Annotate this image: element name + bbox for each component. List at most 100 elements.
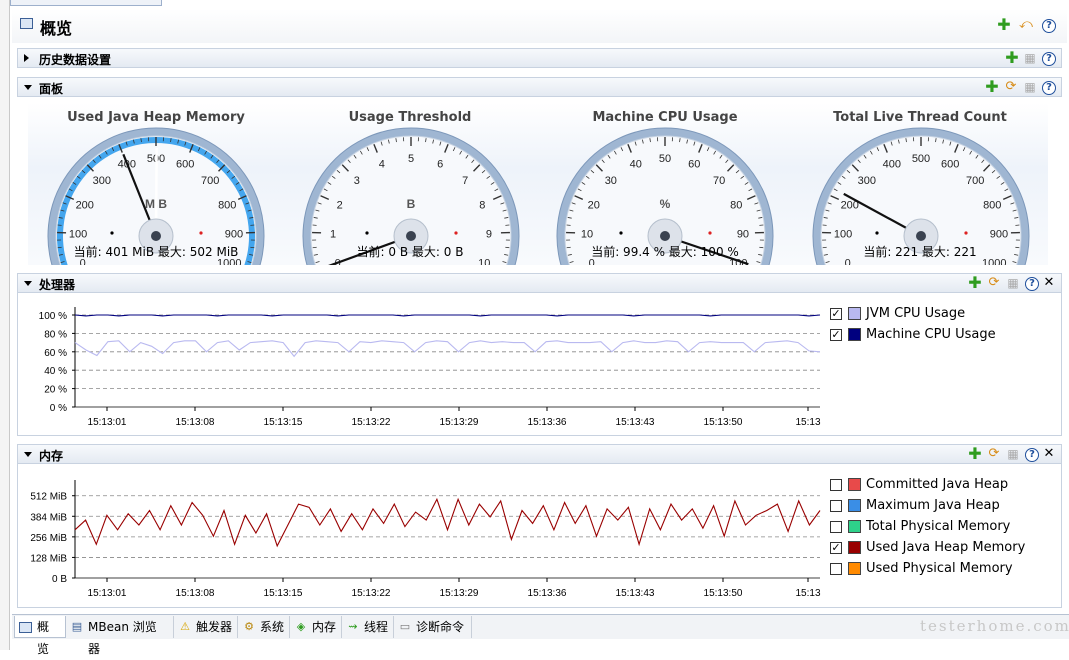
legend-swatch xyxy=(848,328,861,341)
expand-icon[interactable] xyxy=(24,54,29,62)
legend-maximum-heap[interactable]: Maximum Java Heap xyxy=(830,498,1000,513)
gauge-max-marker xyxy=(708,231,711,234)
gauge-min-marker xyxy=(365,231,368,234)
help-icon[interactable]: ? xyxy=(1042,52,1056,66)
legend-machine-cpu[interactable]: ✓ Machine CPU Usage xyxy=(830,327,996,342)
section-label: 历史数据设置 xyxy=(39,51,111,68)
gauge-tick-label: 80 xyxy=(730,199,742,211)
chart-settings-icon[interactable]: ▦ xyxy=(1023,80,1037,94)
processor-section[interactable]: 处理器 ✚ ⟳ ▦ ? ✕ xyxy=(17,273,1062,293)
history-settings-section[interactable]: 历史数据设置 ✚ ▦ ? xyxy=(17,48,1062,68)
y-tick-label: 512 MiB xyxy=(30,492,67,503)
editor-tab-fragment[interactable] xyxy=(10,0,162,6)
gauge-hub-center xyxy=(916,231,926,241)
legend-checkbox[interactable] xyxy=(830,479,842,491)
chart-settings-icon[interactable]: ▦ xyxy=(1006,447,1020,461)
gauge-min-marker xyxy=(619,231,622,234)
y-tick-label: 60 % xyxy=(44,348,67,359)
memory-icon: ◈ xyxy=(294,620,308,634)
collapse-icon[interactable] xyxy=(24,85,32,90)
close-icon[interactable]: ✕ xyxy=(1042,276,1056,290)
overview-icon xyxy=(19,622,32,633)
section-label: 面板 xyxy=(39,80,63,97)
legend-used-physical[interactable]: Used Physical Memory xyxy=(830,561,1013,576)
gauge-tick-label: 800 xyxy=(983,199,1001,211)
help-icon[interactable]: ? xyxy=(1042,81,1056,95)
x-tick-label: 15:13:29 xyxy=(440,588,479,599)
tab-label: 触发器 xyxy=(196,620,232,634)
tab-label: 诊断命令 xyxy=(416,620,464,634)
gauge-min-marker xyxy=(110,231,113,234)
tab-overview[interactable]: 概览 xyxy=(14,616,66,638)
gauge-tick-label: 100 xyxy=(69,228,87,240)
gauge-tick-label: 6 xyxy=(437,159,443,171)
help-icon[interactable]: ? xyxy=(1042,19,1056,33)
series-line xyxy=(75,341,820,357)
legend-checkbox[interactable] xyxy=(830,500,842,512)
legend-label: Committed Java Heap xyxy=(866,477,1008,492)
tab-diagnostic-commands[interactable]: ▭ 诊断命令 xyxy=(394,616,472,638)
add-icon[interactable]: ✚ xyxy=(968,447,982,461)
y-tick-label: 40 % xyxy=(44,366,67,377)
add-icon[interactable]: ✚ xyxy=(985,80,999,94)
x-tick-label: 15:13:43 xyxy=(616,417,655,428)
gauge-tick-label: 400 xyxy=(883,159,901,171)
legend-used-heap[interactable]: ✓ Used Java Heap Memory xyxy=(830,540,1025,555)
x-tick-label: 15:13:50 xyxy=(704,588,743,599)
bottom-tab-bar: 概览 ▤ MBean 浏览器 ⚠ 触发器 ⚙ 系统 ◈ 内存 ⇝ 线程 ▭ 诊断… xyxy=(12,614,1069,639)
gauge-max-marker xyxy=(454,231,457,234)
x-tick-label: 15:13:29 xyxy=(440,417,479,428)
tab-threads[interactable]: ⇝ 线程 xyxy=(342,616,394,638)
gauge-tick-label: 8 xyxy=(479,199,485,211)
tab-label: 概览 xyxy=(37,620,49,656)
reset-icon[interactable]: ⤺ xyxy=(1019,18,1033,32)
collapse-icon[interactable] xyxy=(24,281,32,286)
chart-settings-icon[interactable]: ▦ xyxy=(1006,276,1020,290)
tab-triggers[interactable]: ⚠ 触发器 xyxy=(174,616,238,638)
gauge-tick-label: 700 xyxy=(966,175,984,187)
x-tick-label: 15:13:15 xyxy=(264,417,303,428)
gauge-tick-label: 20 xyxy=(588,199,600,211)
legend-total-physical[interactable]: Total Physical Memory xyxy=(830,519,1010,534)
legend-label: Maximum Java Heap xyxy=(866,498,1000,513)
gauge-tick-label: 40 xyxy=(630,159,642,171)
tab-mbean-browser[interactable]: ▤ MBean 浏览器 xyxy=(66,616,174,638)
tab-memory[interactable]: ◈ 内存 xyxy=(290,616,342,638)
legend-checkbox[interactable]: ✓ xyxy=(830,329,842,341)
y-tick-label: 384 MiB xyxy=(30,512,67,523)
close-icon[interactable]: ✕ xyxy=(1042,447,1056,461)
collapse-icon[interactable] xyxy=(24,452,32,457)
gauge-tick-label: 200 xyxy=(76,199,94,211)
legend-swatch xyxy=(848,499,861,512)
gauge-title: Total Live Thread Count xyxy=(800,110,1040,125)
x-tick-label: 15:13:08 xyxy=(176,417,215,428)
dashboard-section[interactable]: 面板 ✚ ⟳ ▦ ? xyxy=(17,77,1062,97)
add-icon[interactable]: ✚ xyxy=(968,276,982,290)
gauge-tick-label: 300 xyxy=(858,175,876,187)
refresh-icon[interactable]: ⟳ xyxy=(987,276,1001,290)
add-icon[interactable]: ✚ xyxy=(1005,51,1019,65)
legend-checkbox[interactable]: ✓ xyxy=(830,308,842,320)
add-icon[interactable]: ✚ xyxy=(997,18,1011,32)
legend-committed-heap[interactable]: Committed Java Heap xyxy=(830,477,1008,492)
gauge-tick-label: 900 xyxy=(225,228,243,240)
chart-settings-icon[interactable]: ▦ xyxy=(1023,51,1037,65)
legend-jvm-cpu[interactable]: ✓ JVM CPU Usage xyxy=(830,306,965,321)
refresh-icon[interactable]: ⟳ xyxy=(1004,80,1018,94)
thread-icon: ⇝ xyxy=(346,620,360,634)
tab-system[interactable]: ⚙ 系统 xyxy=(238,616,290,638)
x-tick-label: 15:13 xyxy=(795,417,820,428)
x-tick-label: 15:13:01 xyxy=(88,588,127,599)
help-icon[interactable]: ? xyxy=(1025,277,1039,291)
legend-checkbox[interactable] xyxy=(830,563,842,575)
gauge-tick-label: 3 xyxy=(354,175,360,187)
x-tick-label: 15:13:36 xyxy=(528,588,567,599)
legend-checkbox[interactable]: ✓ xyxy=(830,542,842,554)
memory-section[interactable]: 内存 ✚ ⟳ ▦ ? ✕ xyxy=(17,444,1062,464)
gauge-unit-label: B xyxy=(407,197,416,211)
gauge-tick-label: 600 xyxy=(941,159,959,171)
legend-checkbox[interactable] xyxy=(830,521,842,533)
gauge-tick-label: 700 xyxy=(201,175,219,187)
help-icon[interactable]: ? xyxy=(1025,448,1039,462)
refresh-icon[interactable]: ⟳ xyxy=(987,447,1001,461)
